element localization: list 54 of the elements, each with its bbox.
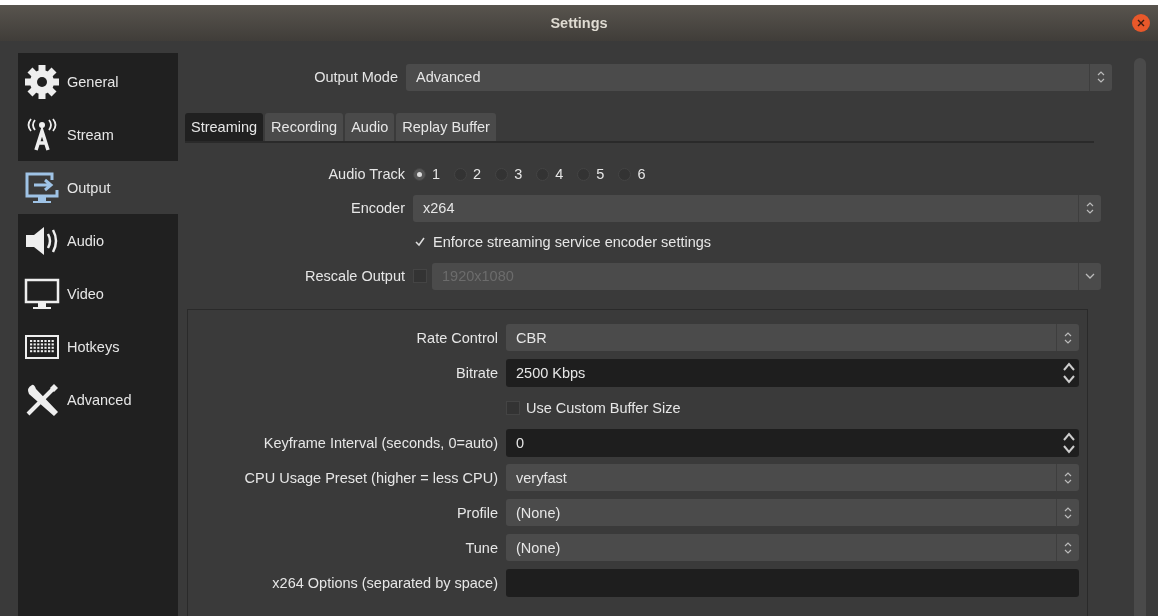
- updown-icon: [1097, 71, 1105, 83]
- checkmark-icon: [415, 237, 425, 247]
- field-label: Output Mode: [314, 69, 398, 85]
- audio-track-radio[interactable]: 1: [413, 166, 441, 182]
- sidebar-item[interactable]: Audio: [18, 214, 178, 267]
- field-label: CPU Usage Preset (higher = less CPU): [244, 469, 498, 486]
- updown-icon: [1062, 360, 1076, 385]
- updown-icon: [1064, 541, 1072, 554]
- sidebar-item[interactable]: Output: [18, 161, 178, 214]
- sidebar-item[interactable]: Stream: [18, 108, 178, 161]
- dropdown[interactable]: Advanced: [406, 63, 1112, 91]
- audio-track-radio[interactable]: 5: [577, 166, 605, 182]
- updown-icon: [1064, 471, 1072, 484]
- dropdown[interactable]: veryfast: [506, 464, 1079, 491]
- chevron-down-icon: [1085, 273, 1095, 279]
- audio-track-radio[interactable]: 3: [495, 166, 523, 182]
- field-label: Keyframe Interval (seconds, 0=auto): [263, 434, 498, 451]
- tab[interactable]: Recording: [265, 113, 344, 141]
- updown-icon: [1062, 430, 1076, 455]
- field-label: Rescale Output: [305, 268, 405, 284]
- sidebar-item[interactable]: General: [18, 55, 178, 108]
- updown-icon: [1086, 202, 1094, 214]
- sidebar-item[interactable]: Advanced: [18, 373, 178, 426]
- field-label: Audio Track: [328, 166, 405, 182]
- dropdown[interactable]: (None): [506, 499, 1079, 526]
- close-icon: [1137, 19, 1145, 27]
- sidebar-item[interactable]: Hotkeys: [18, 320, 178, 373]
- field-label: Profile: [456, 504, 498, 521]
- tab[interactable]: Replay Buffer: [396, 113, 496, 141]
- audio-track-radio[interactable]: 2: [454, 166, 482, 182]
- audio-track-radio[interactable]: 6: [618, 166, 646, 182]
- gear-icon: [24, 63, 60, 100]
- checkbox[interactable]: Enforce streaming service encoder settings: [413, 234, 712, 250]
- updown-icon: [1064, 331, 1072, 344]
- sidebar-item[interactable]: Video: [18, 267, 178, 320]
- field-label: Rate Control: [416, 329, 498, 346]
- field-label: Bitrate: [456, 364, 498, 381]
- checkbox[interactable]: Use Custom Buffer Size: [506, 399, 681, 416]
- dropdown[interactable]: CBR: [506, 324, 1079, 351]
- close-button[interactable]: [1132, 14, 1150, 32]
- window-title: Settings: [550, 15, 608, 31]
- input-field[interactable]: [506, 568, 1079, 597]
- tab[interactable]: Streaming: [185, 113, 264, 141]
- audio-track-radio[interactable]: 4: [536, 166, 564, 182]
- tab[interactable]: Audio: [345, 113, 395, 141]
- spin-box[interactable]: 0: [506, 428, 1079, 457]
- tools-icon: [24, 381, 60, 418]
- spin-box[interactable]: 2500 Kbps: [506, 358, 1079, 387]
- field-label: x264 Options (separated by space): [272, 574, 498, 591]
- updown-icon: [1064, 506, 1072, 519]
- dropdown[interactable]: (None): [506, 534, 1079, 561]
- field-label: Encoder: [351, 200, 405, 216]
- dropdown[interactable]: x264: [413, 194, 1101, 222]
- field-label: Tune: [465, 539, 498, 556]
